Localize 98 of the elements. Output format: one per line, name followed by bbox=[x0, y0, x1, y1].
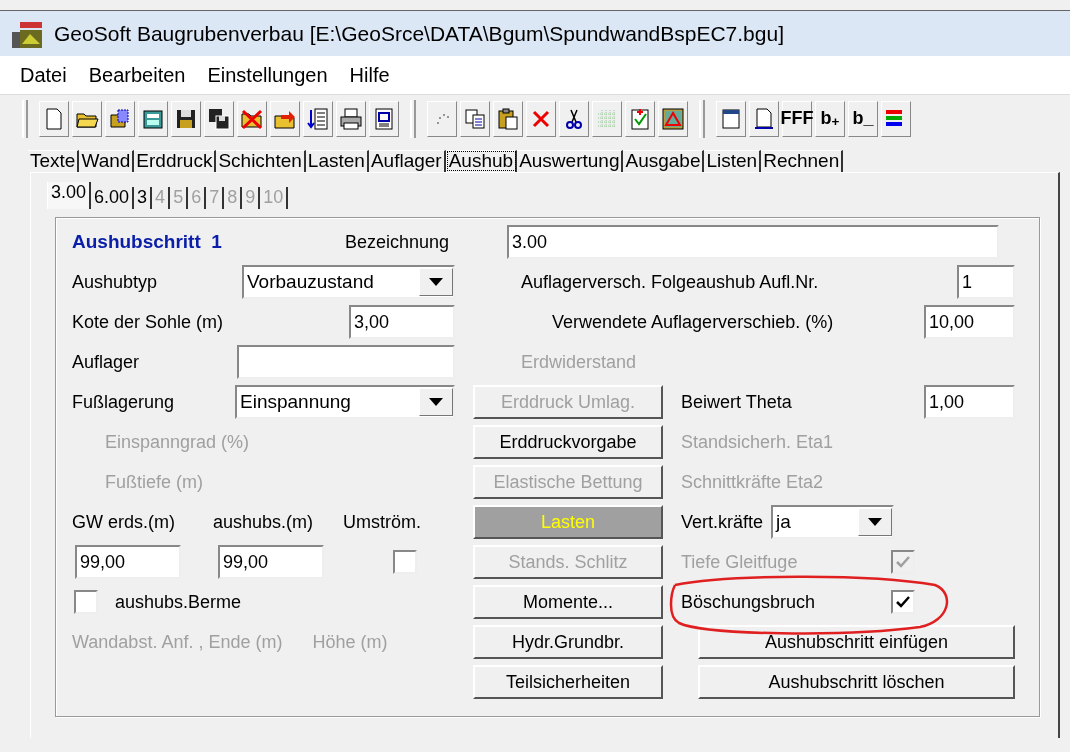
menu-item[interactable]: Datei bbox=[20, 60, 67, 90]
label: Wandabst. Anf. , Ende (m) bbox=[72, 630, 283, 654]
tab[interactable]: Lasten bbox=[305, 150, 369, 172]
button[interactable]: Aushubschritt löschen bbox=[698, 665, 1015, 699]
label: Erdwiderstand bbox=[521, 350, 637, 374]
tab[interactable]: Wand bbox=[79, 150, 135, 172]
input-field[interactable]: 1,00 bbox=[924, 385, 1015, 419]
toolbar-button[interactable] bbox=[749, 100, 779, 137]
label: Aushubtyp bbox=[72, 270, 158, 294]
checkmark-icon bbox=[896, 596, 910, 608]
toolbar-button[interactable] bbox=[270, 100, 300, 137]
input-field[interactable]: 1 bbox=[957, 265, 1015, 299]
document-icon bbox=[372, 106, 396, 131]
label: Schnittkräfte Eta2 bbox=[681, 470, 824, 494]
printer-icon bbox=[339, 106, 363, 131]
dropdown[interactable]: Einspannung bbox=[235, 385, 455, 419]
toolbar-button[interactable] bbox=[658, 100, 688, 137]
label: Höhe (m) bbox=[312, 630, 388, 654]
input-field[interactable]: 3,00 bbox=[349, 305, 455, 339]
input-field[interactable]: 10,00 bbox=[924, 305, 1015, 339]
label: Auflagerversch. Folgeaushub Aufl.Nr. bbox=[521, 270, 819, 294]
tab[interactable]: Listen bbox=[704, 150, 762, 172]
toolbar-button[interactable] bbox=[336, 100, 366, 137]
label: Umström. bbox=[343, 510, 422, 534]
list-arrow-icon bbox=[306, 106, 330, 131]
window-title: GeoSoft Baugrubenverbau [E:\GeoSrce\DATA\Bgum\SpundwandBspEC7.bgu] bbox=[54, 20, 784, 47]
tab[interactable]: Texte bbox=[28, 150, 80, 172]
button[interactable]: Hydr.Grundbr. bbox=[473, 625, 663, 659]
label: aushubs.(m) bbox=[213, 510, 314, 534]
toolbar-button[interactable]: FFF bbox=[782, 100, 812, 137]
menu-item[interactable]: Einstellungen bbox=[207, 60, 328, 90]
document-check-icon bbox=[628, 106, 652, 131]
toolbar-button[interactable] bbox=[559, 100, 589, 137]
paste-icon bbox=[496, 106, 520, 131]
tab[interactable]: Auswertung bbox=[517, 150, 624, 172]
input-field[interactable]: 99,00 bbox=[75, 545, 181, 579]
tab[interactable]: Aushub bbox=[445, 150, 518, 172]
label: Fußlagerung bbox=[72, 390, 175, 414]
tab[interactable]: 3 bbox=[134, 187, 153, 209]
toolbar-button[interactable] bbox=[204, 100, 234, 137]
label: Einspanngrad (%) bbox=[105, 430, 250, 454]
toolbar-button[interactable] bbox=[237, 100, 267, 137]
label: aushubs.Berme bbox=[115, 590, 242, 614]
label: Böschungsbruch bbox=[681, 590, 816, 614]
input-field[interactable]: 3.00 bbox=[507, 225, 999, 259]
tab[interactable]: Auflager bbox=[368, 150, 446, 172]
button[interactable]: Erddruckvorgabe bbox=[473, 425, 663, 459]
label: Vert.kräfte bbox=[681, 510, 764, 534]
button[interactable]: Teilsicherheiten bbox=[473, 665, 663, 699]
chart-icon bbox=[661, 106, 685, 131]
tab[interactable]: Erddruck bbox=[134, 150, 217, 172]
label: Kote der Sohle (m) bbox=[72, 310, 224, 334]
checkbox[interactable] bbox=[393, 550, 417, 574]
label: Fußtiefe (m) bbox=[105, 470, 203, 494]
input-field[interactable] bbox=[237, 345, 455, 379]
label: Tiefe Gleitfuge bbox=[681, 550, 798, 574]
dropdown[interactable]: Vorbauzustand bbox=[242, 265, 455, 299]
tab[interactable]: 3.00 bbox=[47, 182, 92, 209]
toolbar-button[interactable] bbox=[303, 100, 333, 137]
tab[interactable]: Schichten bbox=[216, 150, 306, 172]
window-icon bbox=[719, 106, 743, 131]
toolbar-button[interactable] bbox=[171, 100, 201, 137]
toolbar-button[interactable] bbox=[493, 100, 523, 137]
folder-icon bbox=[108, 106, 132, 131]
label: GW erds.(m) bbox=[72, 510, 175, 534]
menu-item[interactable]: Bearbeiten bbox=[88, 60, 186, 90]
toolbar-button[interactable] bbox=[369, 100, 399, 137]
tab[interactable]: Ausgabe bbox=[623, 150, 705, 172]
caret-icon bbox=[429, 278, 443, 286]
form-heading: Aushubschritt 1 bbox=[72, 229, 223, 254]
tab[interactable]: Rechnen bbox=[761, 150, 844, 172]
label: Standsicherh. Eta1 bbox=[681, 430, 834, 454]
app-icon bbox=[10, 19, 44, 50]
toolbar-button[interactable] bbox=[72, 100, 102, 137]
checkbox[interactable] bbox=[74, 590, 98, 614]
button[interactable]: Momente... bbox=[473, 585, 663, 619]
input-field[interactable]: 99,00 bbox=[218, 545, 324, 579]
tab[interactable]: 6.00 bbox=[91, 187, 135, 209]
menu-item[interactable]: Hilfe bbox=[349, 60, 390, 90]
floppy-disks-icon bbox=[207, 106, 231, 131]
checkmark-icon bbox=[896, 556, 910, 568]
label: Bezeichnung bbox=[345, 230, 450, 254]
checkbox[interactable] bbox=[891, 590, 915, 614]
button[interactable]: Aushubschritt einfügen bbox=[698, 625, 1015, 659]
dropdown[interactable]: ja bbox=[771, 505, 895, 539]
caret-icon bbox=[429, 398, 443, 406]
document-icon bbox=[752, 106, 776, 131]
toolbar-button[interactable] bbox=[716, 100, 746, 137]
caret-icon bbox=[868, 518, 883, 526]
label: Verwendete Auflagerverschieb. (%) bbox=[552, 310, 834, 334]
toolbar-button[interactable] bbox=[881, 100, 911, 137]
toolbar-button[interactable] bbox=[105, 100, 135, 137]
toolbar-button[interactable]: b_ bbox=[848, 100, 878, 137]
label: Auflager bbox=[72, 350, 140, 374]
copy-icon bbox=[463, 106, 487, 131]
toolbar-button[interactable] bbox=[138, 100, 168, 137]
toolbar-button[interactable]: b$_{+}$ bbox=[815, 100, 845, 137]
label: Beiwert Theta bbox=[681, 390, 792, 414]
